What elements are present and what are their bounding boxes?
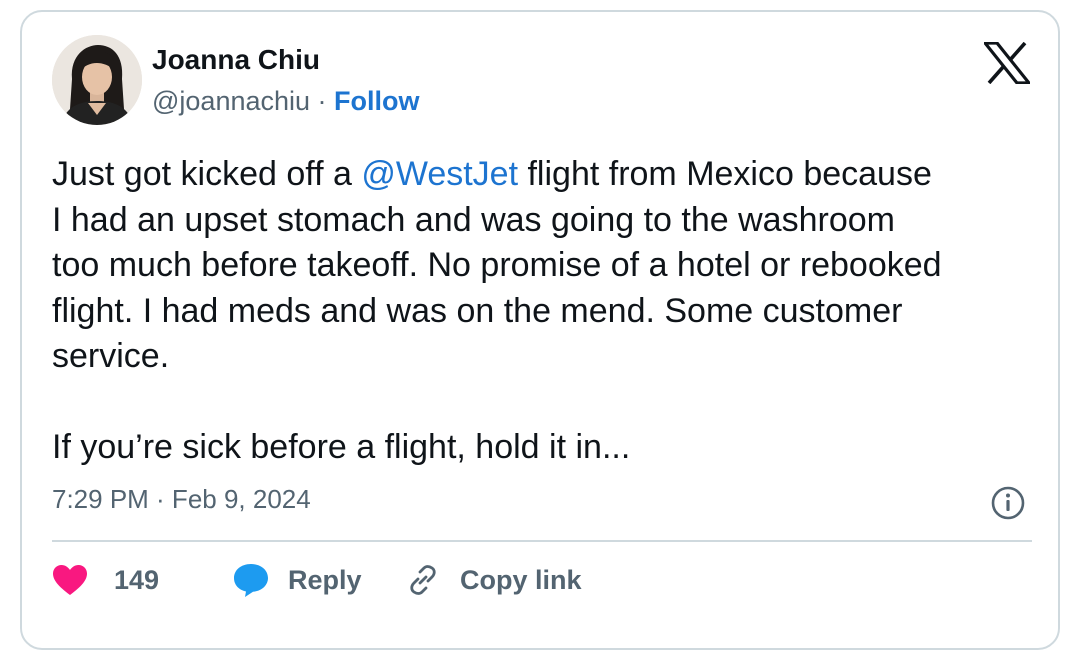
- info-icon[interactable]: [990, 485, 1026, 521]
- heart-icon: [52, 564, 88, 596]
- avatar[interactable]: [52, 35, 142, 125]
- copy-link-button[interactable]: Copy link: [406, 560, 582, 600]
- x-logo-icon[interactable]: [981, 41, 1033, 85]
- tweet-card: Joanna Chiu @joannachiu · Follow Just go…: [20, 10, 1060, 650]
- tweet-line: Just got kicked off a @WestJet flight fr…: [52, 152, 1042, 198]
- follow-button[interactable]: Follow: [334, 86, 419, 116]
- author-handle-line: @joannachiu · Follow: [152, 86, 420, 117]
- tweet-timestamp[interactable]: 7:29 PM · Feb 9, 2024: [52, 484, 311, 515]
- tweet-text-segment: flight from Mexico because: [518, 155, 932, 193]
- tweet-line: If you’re sick before a flight, hold it …: [52, 428, 631, 466]
- author-handle[interactable]: @joannachiu: [152, 86, 310, 116]
- mention-westjet[interactable]: @WestJet: [361, 155, 518, 193]
- tweet-line: I had an upset stomach and was going to …: [52, 200, 895, 239]
- like-button[interactable]: 149: [52, 560, 159, 600]
- tweet-line: flight. I had meds and was on the mend. …: [52, 291, 903, 330]
- tweet-blank-line: [52, 380, 1042, 426]
- handle-separator: ·: [310, 86, 335, 116]
- reply-bubble-icon: [232, 562, 270, 598]
- reply-label: Reply: [288, 564, 362, 595]
- like-count: 149: [114, 564, 160, 595]
- tweet-text: Just got kicked off a @WestJet flight fr…: [52, 152, 1042, 471]
- link-icon: [406, 563, 440, 597]
- divider: [52, 540, 1032, 542]
- tweet-line: service.: [52, 337, 170, 375]
- author-name[interactable]: Joanna Chiu: [152, 44, 320, 76]
- tweet-text-segment: Just got kicked off a: [52, 155, 362, 193]
- tweet-line: too much before takeoff. No promise of a…: [52, 246, 942, 284]
- copy-link-label: Copy link: [460, 564, 582, 595]
- reply-button[interactable]: Reply: [232, 560, 362, 600]
